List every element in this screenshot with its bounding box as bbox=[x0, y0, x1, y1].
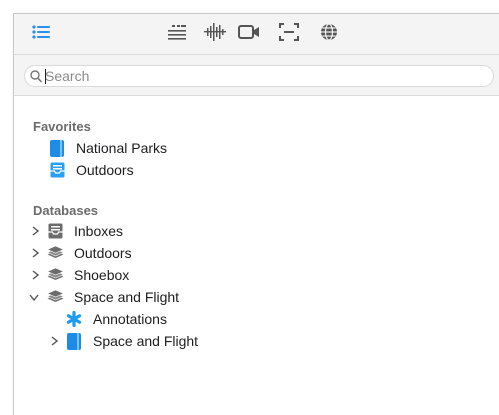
disclosure-space-and-flight-child[interactable] bbox=[49, 336, 59, 346]
favorites-heading: Favorites bbox=[33, 119, 91, 134]
database-item-label: Outdoors bbox=[74, 245, 132, 261]
blue-book-icon bbox=[48, 139, 66, 157]
favorite-item-national-parks[interactable]: National Parks bbox=[48, 137, 167, 159]
database-item-label: Shoebox bbox=[74, 267, 130, 283]
chevron-down-icon bbox=[29, 294, 39, 301]
toolbar bbox=[14, 14, 499, 55]
favorite-item-label: National Parks bbox=[76, 140, 168, 156]
web-filter-button[interactable] bbox=[318, 22, 340, 46]
disclosure-space-and-flight[interactable] bbox=[29, 292, 39, 302]
search-input[interactable] bbox=[45, 67, 485, 85]
group-item-annotations[interactable]: Annotations bbox=[65, 308, 167, 330]
layers-icon bbox=[46, 288, 64, 306]
database-item-inboxes[interactable]: Inboxes bbox=[46, 220, 123, 242]
database-item-shoebox[interactable]: Shoebox bbox=[46, 264, 129, 286]
scan-filter-button[interactable] bbox=[278, 22, 300, 46]
inbox-tray-icon bbox=[46, 222, 64, 240]
search-bar bbox=[14, 55, 499, 96]
text-icon bbox=[167, 24, 187, 45]
database-item-label: Space and Flight bbox=[74, 289, 180, 305]
text-filter-button[interactable] bbox=[166, 24, 188, 44]
blue-book-icon bbox=[65, 332, 83, 350]
group-item-label: Annotations bbox=[93, 311, 167, 327]
search-icon bbox=[30, 70, 42, 83]
layers-icon bbox=[46, 266, 64, 284]
group-item-space-and-flight[interactable]: Space and Flight bbox=[65, 330, 198, 352]
popover-window: Favorites National Parks Outdoors Databa… bbox=[13, 13, 499, 415]
video-filter-button[interactable] bbox=[238, 24, 260, 44]
chevron-right-icon bbox=[32, 248, 39, 258]
database-item-space-and-flight[interactable]: Space and Flight bbox=[46, 286, 179, 308]
video-icon bbox=[238, 24, 260, 45]
database-item-label: Inboxes bbox=[74, 223, 124, 239]
chevron-right-icon bbox=[32, 270, 39, 280]
search-field[interactable] bbox=[24, 65, 494, 87]
audio-icon bbox=[204, 22, 226, 46]
databases-heading: Databases bbox=[33, 203, 99, 218]
database-item-outdoors[interactable]: Outdoors bbox=[46, 242, 132, 264]
layers-icon bbox=[46, 244, 64, 262]
favorite-item-label: Outdoors bbox=[76, 162, 134, 178]
group-item-label: Space and Flight bbox=[93, 333, 199, 349]
disclosure-inboxes[interactable] bbox=[30, 226, 40, 236]
list-icon bbox=[32, 24, 50, 44]
list-view-button[interactable] bbox=[30, 24, 52, 44]
scan-icon bbox=[279, 22, 299, 46]
disclosure-shoebox[interactable] bbox=[30, 270, 40, 280]
web-icon bbox=[320, 22, 338, 46]
asterisk-icon bbox=[65, 310, 83, 328]
chevron-right-icon bbox=[32, 226, 39, 236]
audio-filter-button[interactable] bbox=[204, 22, 226, 46]
disclosure-outdoors[interactable] bbox=[30, 248, 40, 258]
chevron-right-icon bbox=[51, 336, 58, 346]
favorite-item-outdoors[interactable]: Outdoors bbox=[48, 159, 134, 181]
blue-inbox-icon bbox=[48, 161, 66, 179]
